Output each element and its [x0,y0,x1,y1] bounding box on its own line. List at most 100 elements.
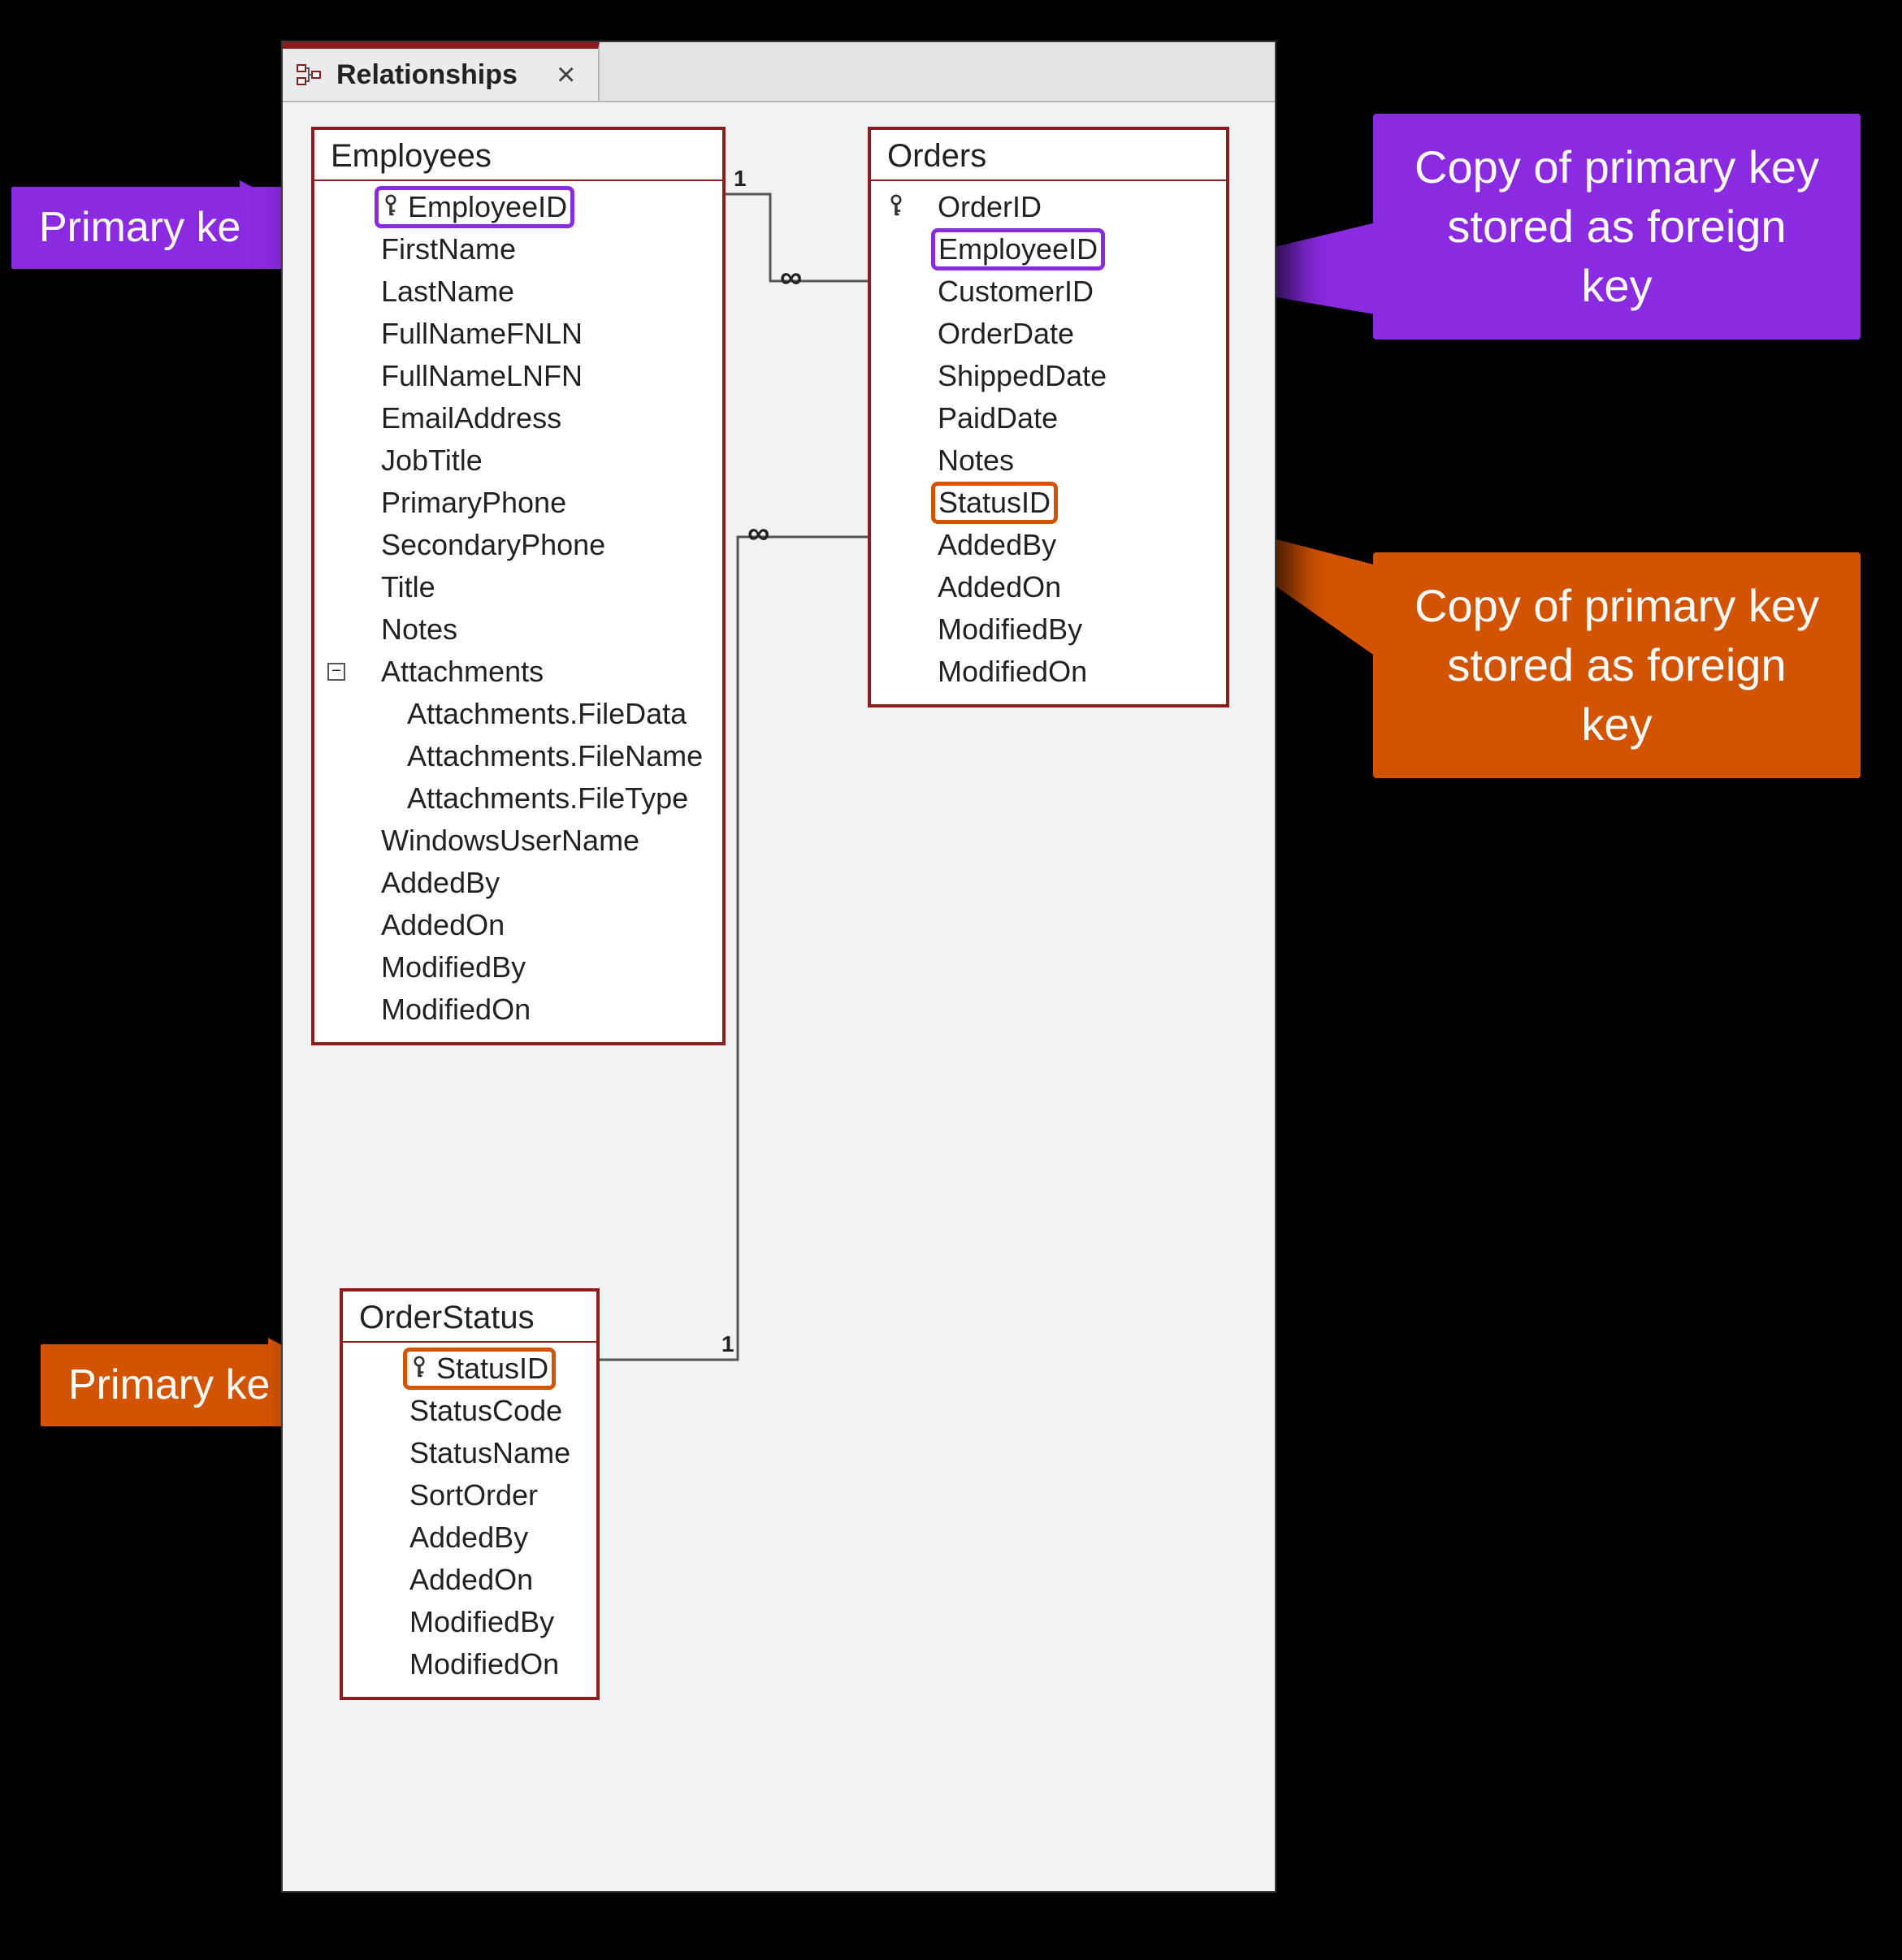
field-name: Attachments.FileName [407,739,703,773]
table-field[interactable]: AddedOn [314,904,722,946]
table-orderstatus[interactable]: OrderStatus StatusID StatusCode StatusName… [340,1288,600,1700]
table-fields: OrderID EmployeeIDCustomerID OrderDate Ship… [871,181,1226,704]
relationships-window: Relationships × 1 ∞ 1 ∞ Employees Employ… [281,41,1276,1893]
table-field[interactable]: AddedBy [343,1517,596,1559]
field-name: FullNameLNFN [381,359,583,393]
field-name: StatusCode [409,1394,562,1428]
field-name: FirstName [381,232,516,266]
table-field[interactable]: OrderID [871,186,1226,228]
tab-strip: Relationships × [283,42,1275,102]
field-name: OrderDate [938,317,1074,351]
field-name: JobTitle [381,443,483,478]
table-field[interactable]: AddedBy [314,862,722,904]
table-field[interactable]: CustomerID [871,270,1226,313]
field-name: AddedBy [938,528,1056,562]
relationships-canvas[interactable]: 1 ∞ 1 ∞ Employees EmployeeIDFirstNameLas… [283,102,1275,1891]
table-field[interactable]: AddedOn [343,1559,596,1601]
field-name: AddedBy [409,1521,528,1555]
field-name: PaidDate [938,401,1058,435]
table-title: OrderStatus [343,1292,596,1343]
field-name: AddedOn [409,1563,533,1597]
field-name: EmployeeID [931,228,1105,270]
table-field[interactable]: Attachments.FileData [314,693,722,735]
tab-relationships[interactable]: Relationships × [283,42,600,101]
field-name: PrimaryPhone [381,486,566,520]
table-fields: StatusID StatusCode StatusName SortOrder Add… [343,1343,596,1697]
table-field[interactable]: ModifiedOn [343,1643,596,1685]
callout-foreign-key-statusid: Copy of primary key stored as foreign ke… [1373,552,1861,778]
field-name: ShippedDate [938,359,1107,393]
field-name: EmployeeID [375,186,574,228]
table-field[interactable]: PaidDate [871,397,1226,439]
table-field[interactable]: AddedBy [871,524,1226,566]
field-name: EmailAddress [381,401,561,435]
table-field[interactable]: FullNameLNFN [314,355,722,397]
field-name: Attachments [381,655,544,689]
table-field[interactable]: SortOrder [343,1474,596,1517]
rel-many-label: ∞ [780,261,802,296]
table-field[interactable]: StatusID [871,482,1226,524]
table-field[interactable]: JobTitle [314,439,722,482]
callout-foreign-key-employeeid: Copy of primary key stored as foreign ke… [1373,114,1861,340]
field-name: Notes [938,443,1014,478]
relationships-icon [296,62,322,88]
table-field[interactable]: PrimaryPhone [314,482,722,524]
table-field[interactable]: Attachments.FileName [314,735,722,777]
field-name: StatusID [931,482,1058,524]
close-icon[interactable]: × [557,57,575,93]
table-orders[interactable]: Orders OrderID EmployeeIDCustomerID OrderD… [868,127,1229,707]
table-field[interactable]: FullNameFNLN [314,313,722,355]
table-title: Orders [871,130,1226,181]
field-name: SortOrder [409,1478,538,1512]
primary-key-icon [410,1352,428,1385]
field-name: ModifiedBy [409,1605,554,1639]
callout-text: Primary key [39,204,262,251]
table-fields: EmployeeID FirstName LastName FullNameFNLN F… [314,181,722,1042]
expand-icon[interactable]: − [327,663,345,681]
table-field[interactable]: ModifiedBy [343,1601,596,1643]
table-field[interactable]: Notes [314,608,722,651]
rel-many-label: ∞ [747,517,769,552]
table-field[interactable]: StatusName [343,1432,596,1474]
table-field[interactable]: EmployeeID [871,228,1226,270]
field-name: SecondaryPhone [381,528,605,562]
table-field[interactable]: LastName [314,270,722,313]
callout-text: Copy of primary key stored as foreign ke… [1415,141,1819,311]
field-name: StatusID [403,1348,556,1390]
field-name: AddedOn [381,908,505,942]
table-field[interactable]: Title [314,566,722,608]
table-title: Employees [314,130,722,181]
table-field[interactable]: ModifiedBy [314,946,722,989]
field-name: Notes [381,612,457,647]
table-employees[interactable]: Employees EmployeeID FirstName LastName Ful… [311,127,726,1045]
table-field[interactable]: EmailAddress [314,397,722,439]
primary-key-icon [887,190,905,224]
table-field[interactable]: StatusID [343,1348,596,1390]
table-field[interactable]: SecondaryPhone [314,524,722,566]
table-field[interactable]: WindowsUserName [314,820,722,862]
field-name: ModifiedBy [938,612,1082,647]
table-field[interactable]: AddedOn [871,566,1226,608]
table-field[interactable]: ModifiedBy [871,608,1226,651]
table-field[interactable]: OrderDate [871,313,1226,355]
rel-one-label: 1 [734,166,747,192]
field-name: LastName [381,275,514,309]
table-field[interactable]: FirstName [314,228,722,270]
table-field[interactable]: ModifiedOn [871,651,1226,693]
table-field[interactable]: StatusCode [343,1390,596,1432]
field-name: AddedBy [381,866,500,900]
table-field[interactable]: EmployeeID [314,186,722,228]
field-name: OrderID [938,190,1042,224]
table-field[interactable]: ShippedDate [871,355,1226,397]
table-field[interactable]: Notes [871,439,1226,482]
field-name: Attachments.FileType [407,781,688,816]
table-field[interactable]: Attachments.FileType [314,777,722,820]
field-name: ModifiedBy [381,950,526,984]
field-name: Attachments.FileData [407,697,687,731]
field-name: ModifiedOn [381,993,531,1027]
callout-text: Copy of primary key stored as foreign ke… [1415,580,1819,750]
field-name: StatusName [409,1436,570,1470]
table-field[interactable]: ModifiedOn [314,989,722,1031]
table-field[interactable]: − Attachments [314,651,722,693]
field-name: Title [381,570,435,604]
